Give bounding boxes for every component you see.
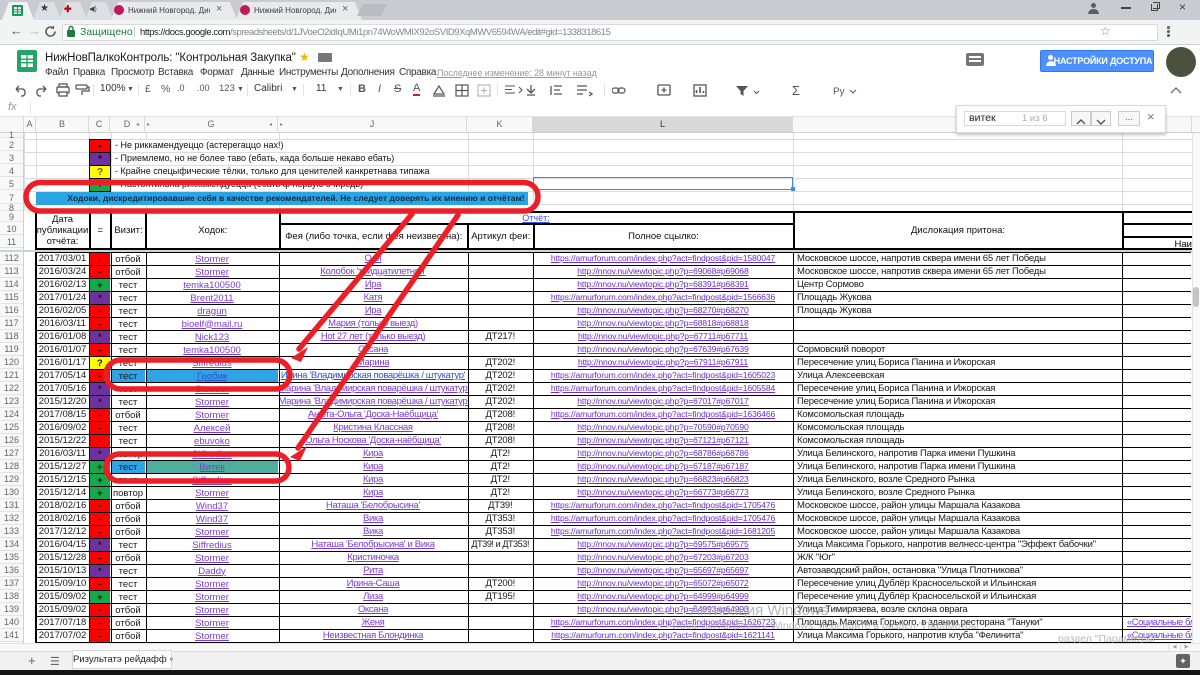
svg-text:Σ: Σ [792, 84, 800, 97]
svg-text:Ру: Ру [833, 87, 845, 98]
